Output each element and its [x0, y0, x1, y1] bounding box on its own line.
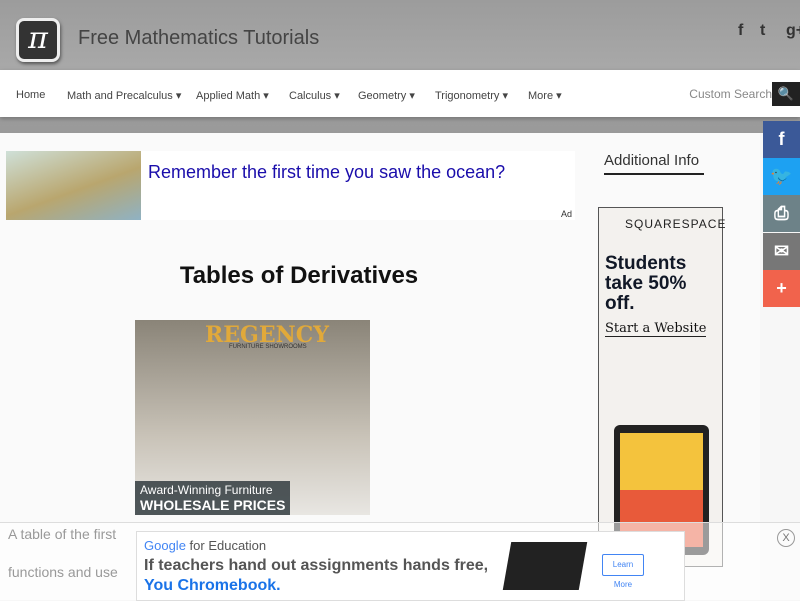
nav-trigonometry[interactable]: Trigonometry ▾ [435, 89, 508, 102]
ad-caption-line2: WHOLESALE PRICES [140, 497, 286, 513]
body-text-2: functions and use [8, 564, 118, 580]
nav-calculus[interactable]: Calculus ▾ [289, 89, 340, 102]
print-icon: ⎙ [774, 203, 789, 223]
ad-brand-sub: FURNITURE SHOWROOMS [229, 344, 307, 350]
nav-home[interactable]: Home [16, 89, 45, 101]
nav-applied-math[interactable]: Applied Math ▾ [196, 89, 269, 102]
ad-sponsor: Google for Education [144, 538, 266, 553]
regency-ad[interactable]: REGENCY FURNITURE SHOWROOMS Award-Winnin… [135, 320, 370, 515]
bottom-ad-overlay: Google for Education If teachers hand ou… [0, 522, 800, 601]
site-title[interactable]: Free Mathematics Tutorials [78, 27, 319, 50]
nav-geometry[interactable]: Geometry ▾ [358, 89, 415, 102]
top-ad[interactable]: Remember the first time you saw the ocea… [6, 151, 575, 220]
plus-icon: + [776, 278, 787, 298]
ad-brand: SQUARESPACE [625, 217, 727, 231]
ad-cta: Start a Website [605, 321, 707, 337]
ad-label: Ad [560, 209, 572, 219]
email-icon: ✉ [773, 241, 790, 261]
ad-line2: You Chromebook. [144, 577, 281, 594]
share-facebook-icon[interactable]: f [763, 121, 800, 158]
ad-sponsor-sub: for Education [185, 538, 267, 553]
share-more-icon[interactable]: + [763, 270, 800, 307]
twitter-icon: 🐦 [770, 166, 793, 186]
share-twitter-icon[interactable]: 🐦 [763, 158, 800, 195]
ad-caption-line1: Award-Winning Furniture [140, 483, 273, 497]
page-title: Tables of Derivatives [179, 262, 419, 289]
sidebar-heading: Additional Info [604, 152, 704, 175]
learn-more-button[interactable]: Learn More [602, 554, 644, 589]
share-print-icon[interactable]: ⎙ [763, 195, 800, 232]
ad-caption: Award-Winning Furniture WHOLESALE PRICES [135, 481, 291, 515]
ad-image-beach [6, 151, 141, 220]
nav-more[interactable]: More ▾ [528, 89, 562, 102]
share-email-icon[interactable]: ✉ [763, 233, 800, 270]
ad-headline[interactable]: Remember the first time you saw the ocea… [148, 162, 505, 183]
ad-headline: Students take 50% off. [605, 253, 687, 314]
google-plus-icon[interactable]: g+ [786, 22, 800, 40]
facebook-icon[interactable]: f [738, 22, 743, 40]
google-logo: Google [144, 538, 186, 553]
ad-line1: If teachers hand out assignments hands f… [144, 557, 489, 574]
close-ad-button[interactable]: X [777, 529, 795, 547]
bottom-ad[interactable]: Google for Education If teachers hand ou… [136, 531, 685, 601]
twitter-icon[interactable]: t [760, 22, 765, 40]
body-text-1: A table of the first [8, 526, 117, 542]
laptop-image [502, 542, 588, 590]
facebook-icon: f [778, 129, 785, 149]
nav-math-precalculus[interactable]: Math and Precalculus ▾ [67, 89, 181, 102]
search-icon[interactable]: 🔍 [772, 82, 800, 106]
site-logo[interactable]: π [16, 18, 60, 62]
squarespace-ad[interactable]: SQUARESPACE Students take 50% off. Start… [598, 207, 727, 567]
search-input[interactable]: Custom Search [652, 82, 772, 106]
